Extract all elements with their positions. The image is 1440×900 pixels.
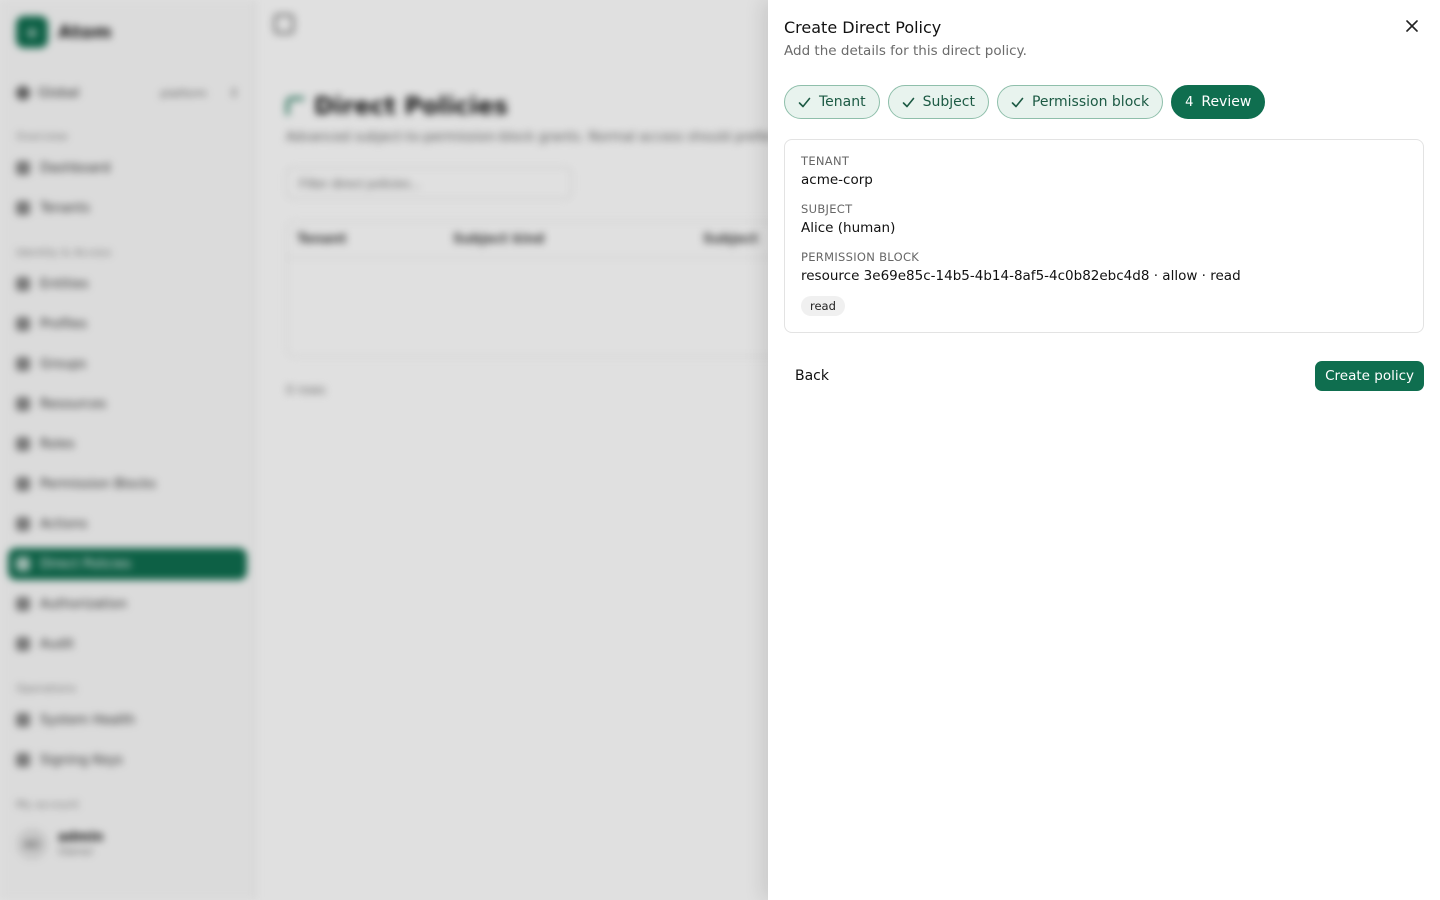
field-value: resource 3e69e85c-14b5-4b14-8af5-4c0b82e…	[801, 268, 1241, 284]
review-field-tenant: TENANT acme-corp	[801, 154, 1407, 188]
review-field-subject: SUBJECT Alice (human)	[801, 202, 1407, 236]
step-label: Tenant	[819, 94, 866, 110]
review-field-permission-block: PERMISSION BLOCK resource 3e69e85c-14b5-…	[801, 250, 1407, 284]
field-label: TENANT	[801, 154, 850, 168]
close-button[interactable]	[1400, 14, 1424, 38]
create-policy-button[interactable]: Create policy	[1315, 361, 1424, 391]
check-icon	[798, 97, 811, 107]
close-icon	[1406, 20, 1418, 32]
step-number: 4	[1185, 94, 1194, 110]
step-permission-block[interactable]: Permission block	[996, 85, 1164, 119]
action-badge: read	[801, 296, 845, 316]
step-label: Review	[1201, 94, 1252, 110]
drawer-actions: Back Create policy	[784, 361, 1424, 391]
drawer-title: Create Direct Policy	[784, 18, 942, 37]
step-tenant[interactable]: Tenant	[784, 85, 880, 119]
check-icon	[1011, 97, 1024, 107]
step-label: Permission block	[1031, 94, 1150, 110]
field-value: Alice (human)	[801, 220, 896, 236]
review-card: TENANT acme-corp SUBJECT Alice (human) P…	[784, 139, 1424, 333]
wizard-steps: Tenant Subject Permission block 4 Review	[784, 85, 1424, 119]
field-label: PERMISSION BLOCK	[801, 250, 920, 264]
drawer-subtitle: Add the details for this direct policy.	[784, 43, 1027, 59]
step-subject[interactable]: Subject	[887, 85, 989, 119]
back-button[interactable]: Back	[784, 362, 840, 390]
step-review[interactable]: 4 Review	[1171, 85, 1266, 119]
create-policy-drawer: Create Direct Policy Add the details for…	[768, 0, 1440, 900]
step-label: Subject	[922, 94, 975, 110]
field-label: SUBJECT	[801, 202, 853, 216]
field-value: acme-corp	[801, 172, 873, 188]
check-icon	[902, 97, 914, 107]
